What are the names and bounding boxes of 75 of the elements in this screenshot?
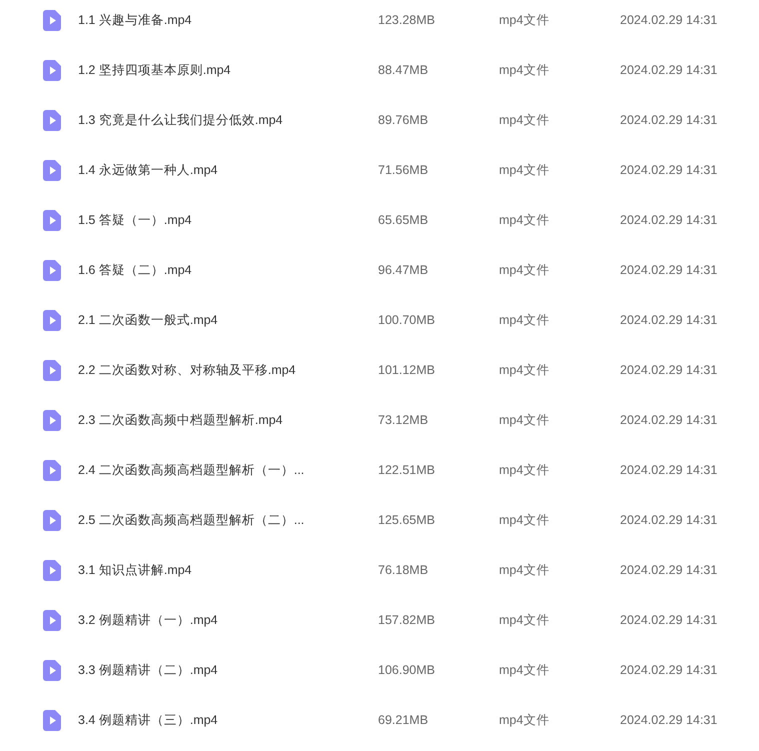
modified-date: 2024.02.29 14:31 (620, 12, 718, 29)
video-file-icon (43, 310, 62, 331)
file-type: mp4文件 (499, 212, 550, 229)
file-name[interactable]: 1.6 答疑（二）.mp4 (78, 261, 368, 279)
file-name[interactable]: 1.4 永远做第一种人.mp4 (78, 161, 368, 179)
file-name[interactable]: 3.2 例题精讲（一）.mp4 (78, 611, 368, 629)
video-file-icon (43, 460, 62, 481)
modified-date: 2024.02.29 14:31 (620, 662, 718, 679)
video-file-icon (43, 660, 62, 681)
modified-date: 2024.02.29 14:31 (620, 462, 718, 479)
file-size: 100.70MB (378, 312, 436, 329)
file-type: mp4文件 (499, 162, 550, 179)
modified-date: 2024.02.29 14:31 (620, 312, 718, 329)
file-type: mp4文件 (499, 112, 550, 129)
video-file-icon (43, 360, 62, 381)
file-type: mp4文件 (499, 662, 550, 679)
file-size: 76.18MB (378, 562, 430, 579)
file-size: 122.51MB (378, 462, 436, 479)
file-size: 106.90MB (378, 662, 436, 679)
video-file-icon (43, 60, 62, 81)
file-type: mp4文件 (499, 12, 550, 29)
video-file-icon (43, 160, 62, 181)
modified-date: 2024.02.29 14:31 (620, 262, 718, 279)
file-name[interactable]: 1.2 坚持四项基本原则.mp4 (78, 61, 368, 79)
file-name[interactable]: 1.5 答疑（一）.mp4 (78, 211, 368, 229)
file-size: 71.56MB (378, 162, 430, 179)
file-name[interactable]: 1.1 兴趣与准备.mp4 (78, 11, 368, 29)
video-file-icon (43, 10, 62, 31)
modified-date: 2024.02.29 14:31 (620, 112, 718, 129)
modified-date: 2024.02.29 14:31 (620, 412, 718, 429)
modified-date: 2024.02.29 14:31 (620, 162, 718, 179)
file-size: 157.82MB (378, 612, 436, 629)
modified-date: 2024.02.29 14:31 (620, 62, 718, 79)
file-type: mp4文件 (499, 312, 550, 329)
file-size: 73.12MB (378, 412, 430, 429)
video-file-icon (43, 210, 62, 231)
file-size: 65.65MB (378, 212, 430, 229)
modified-date: 2024.02.29 14:31 (620, 512, 718, 529)
file-name[interactable]: 2.5 二次函数高频高档题型解析（二）... (78, 511, 368, 529)
file-type: mp4文件 (499, 562, 550, 579)
file-size: 88.47MB (378, 62, 430, 79)
file-type: mp4文件 (499, 362, 550, 379)
file-name[interactable]: 3.1 知识点讲解.mp4 (78, 561, 368, 579)
file-size: 89.76MB (378, 112, 430, 129)
file-size: 96.47MB (378, 262, 430, 279)
file-name[interactable]: 2.3 二次函数高频中档题型解析.mp4 (78, 411, 368, 429)
modified-date: 2024.02.29 14:31 (620, 212, 718, 229)
file-name[interactable]: 2.1 二次函数一般式.mp4 (78, 311, 368, 329)
modified-date: 2024.02.29 14:31 (620, 562, 718, 579)
modified-date: 2024.02.29 14:31 (620, 712, 718, 729)
video-file-icon (43, 710, 62, 731)
file-type: mp4文件 (499, 712, 550, 729)
file-name[interactable]: 3.3 例题精讲（二）.mp4 (78, 661, 368, 679)
file-name[interactable]: 2.4 二次函数高频高档题型解析（一）... (78, 461, 368, 479)
video-file-icon (43, 110, 62, 131)
modified-date: 2024.02.29 14:31 (620, 612, 718, 629)
video-file-icon (43, 410, 62, 431)
file-name[interactable]: 2.2 二次函数对称、对称轴及平移.mp4 (78, 361, 368, 379)
file-type: mp4文件 (499, 512, 550, 529)
file-name[interactable]: 3.4 例题精讲（三）.mp4 (78, 711, 368, 729)
file-size: 69.21MB (378, 712, 430, 729)
video-file-icon (43, 610, 62, 631)
file-type: mp4文件 (499, 412, 550, 429)
file-size: 101.12MB (378, 362, 436, 379)
file-type: mp4文件 (499, 462, 550, 479)
file-type: mp4文件 (499, 62, 550, 79)
video-file-icon (43, 260, 62, 281)
file-type: mp4文件 (499, 262, 550, 279)
file-name[interactable]: 1.3 究竟是什么让我们提分低效.mp4 (78, 111, 368, 129)
file-type: mp4文件 (499, 612, 550, 629)
video-file-icon (43, 560, 62, 581)
video-file-icon (43, 510, 62, 531)
file-size: 123.28MB (378, 12, 436, 29)
file-size: 125.65MB (378, 512, 436, 529)
modified-date: 2024.02.29 14:31 (620, 362, 718, 379)
